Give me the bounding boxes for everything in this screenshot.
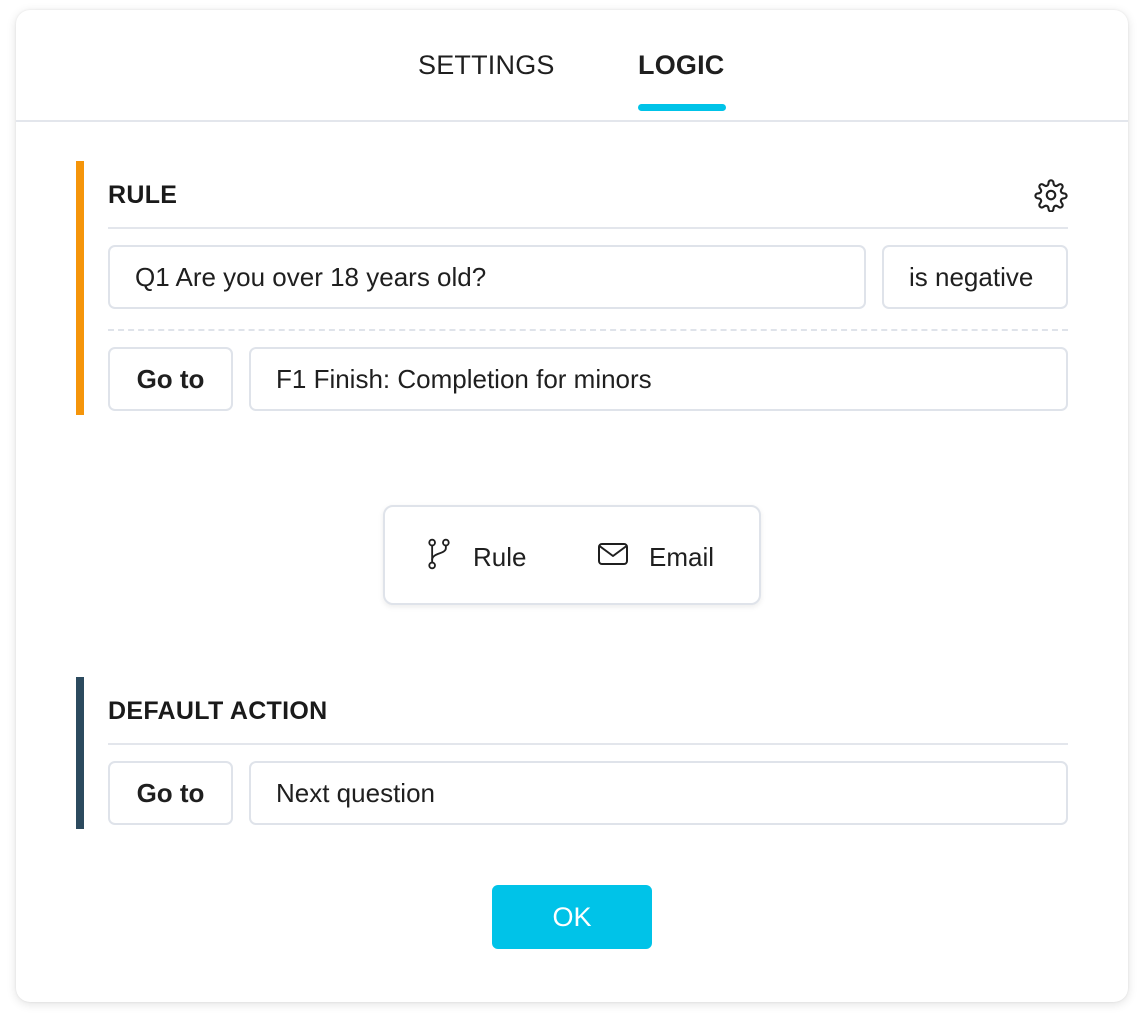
envelope-icon bbox=[597, 541, 649, 574]
add-menu: Rule Email bbox=[383, 505, 761, 605]
default-accent-bar bbox=[76, 677, 84, 829]
add-email-button[interactable]: Email bbox=[597, 537, 714, 577]
rule-divider bbox=[108, 227, 1068, 229]
add-email-label: Email bbox=[649, 541, 715, 572]
tab-settings[interactable]: SETTINGS bbox=[418, 50, 555, 81]
rule-section: RULE Q1 Are you over 18 years old? is ne… bbox=[76, 161, 1068, 415]
add-rule-label: Rule bbox=[473, 541, 527, 572]
goto-label[interactable]: Go to bbox=[108, 347, 233, 411]
default-action-section: DEFAULT ACTION Go to Next question bbox=[76, 677, 1068, 829]
question-select[interactable]: Q1 Are you over 18 years old? bbox=[108, 245, 866, 309]
default-action-title: DEFAULT ACTION bbox=[108, 697, 328, 725]
add-rule-button[interactable]: Rule bbox=[425, 537, 526, 577]
tab-logic[interactable]: LOGIC bbox=[638, 50, 725, 81]
condition-select[interactable]: is negative bbox=[882, 245, 1068, 309]
branch-icon bbox=[425, 538, 473, 577]
goto-target-select[interactable]: F1 Finish: Completion for minors bbox=[249, 347, 1068, 411]
dashed-divider bbox=[108, 329, 1068, 331]
default-goto-label[interactable]: Go to bbox=[108, 761, 233, 825]
rule-accent-bar bbox=[76, 161, 84, 415]
logic-dialog: SETTINGS LOGIC RULE Q1 Are you over 18 y… bbox=[16, 10, 1128, 1002]
tab-bar: SETTINGS LOGIC bbox=[16, 10, 1128, 122]
gear-icon[interactable] bbox=[1034, 178, 1068, 213]
active-tab-indicator bbox=[638, 104, 726, 111]
default-action-divider bbox=[108, 743, 1068, 745]
rule-title: RULE bbox=[108, 181, 178, 209]
default-goto-target-select[interactable]: Next question bbox=[249, 761, 1068, 825]
ok-button[interactable]: OK bbox=[492, 885, 652, 949]
